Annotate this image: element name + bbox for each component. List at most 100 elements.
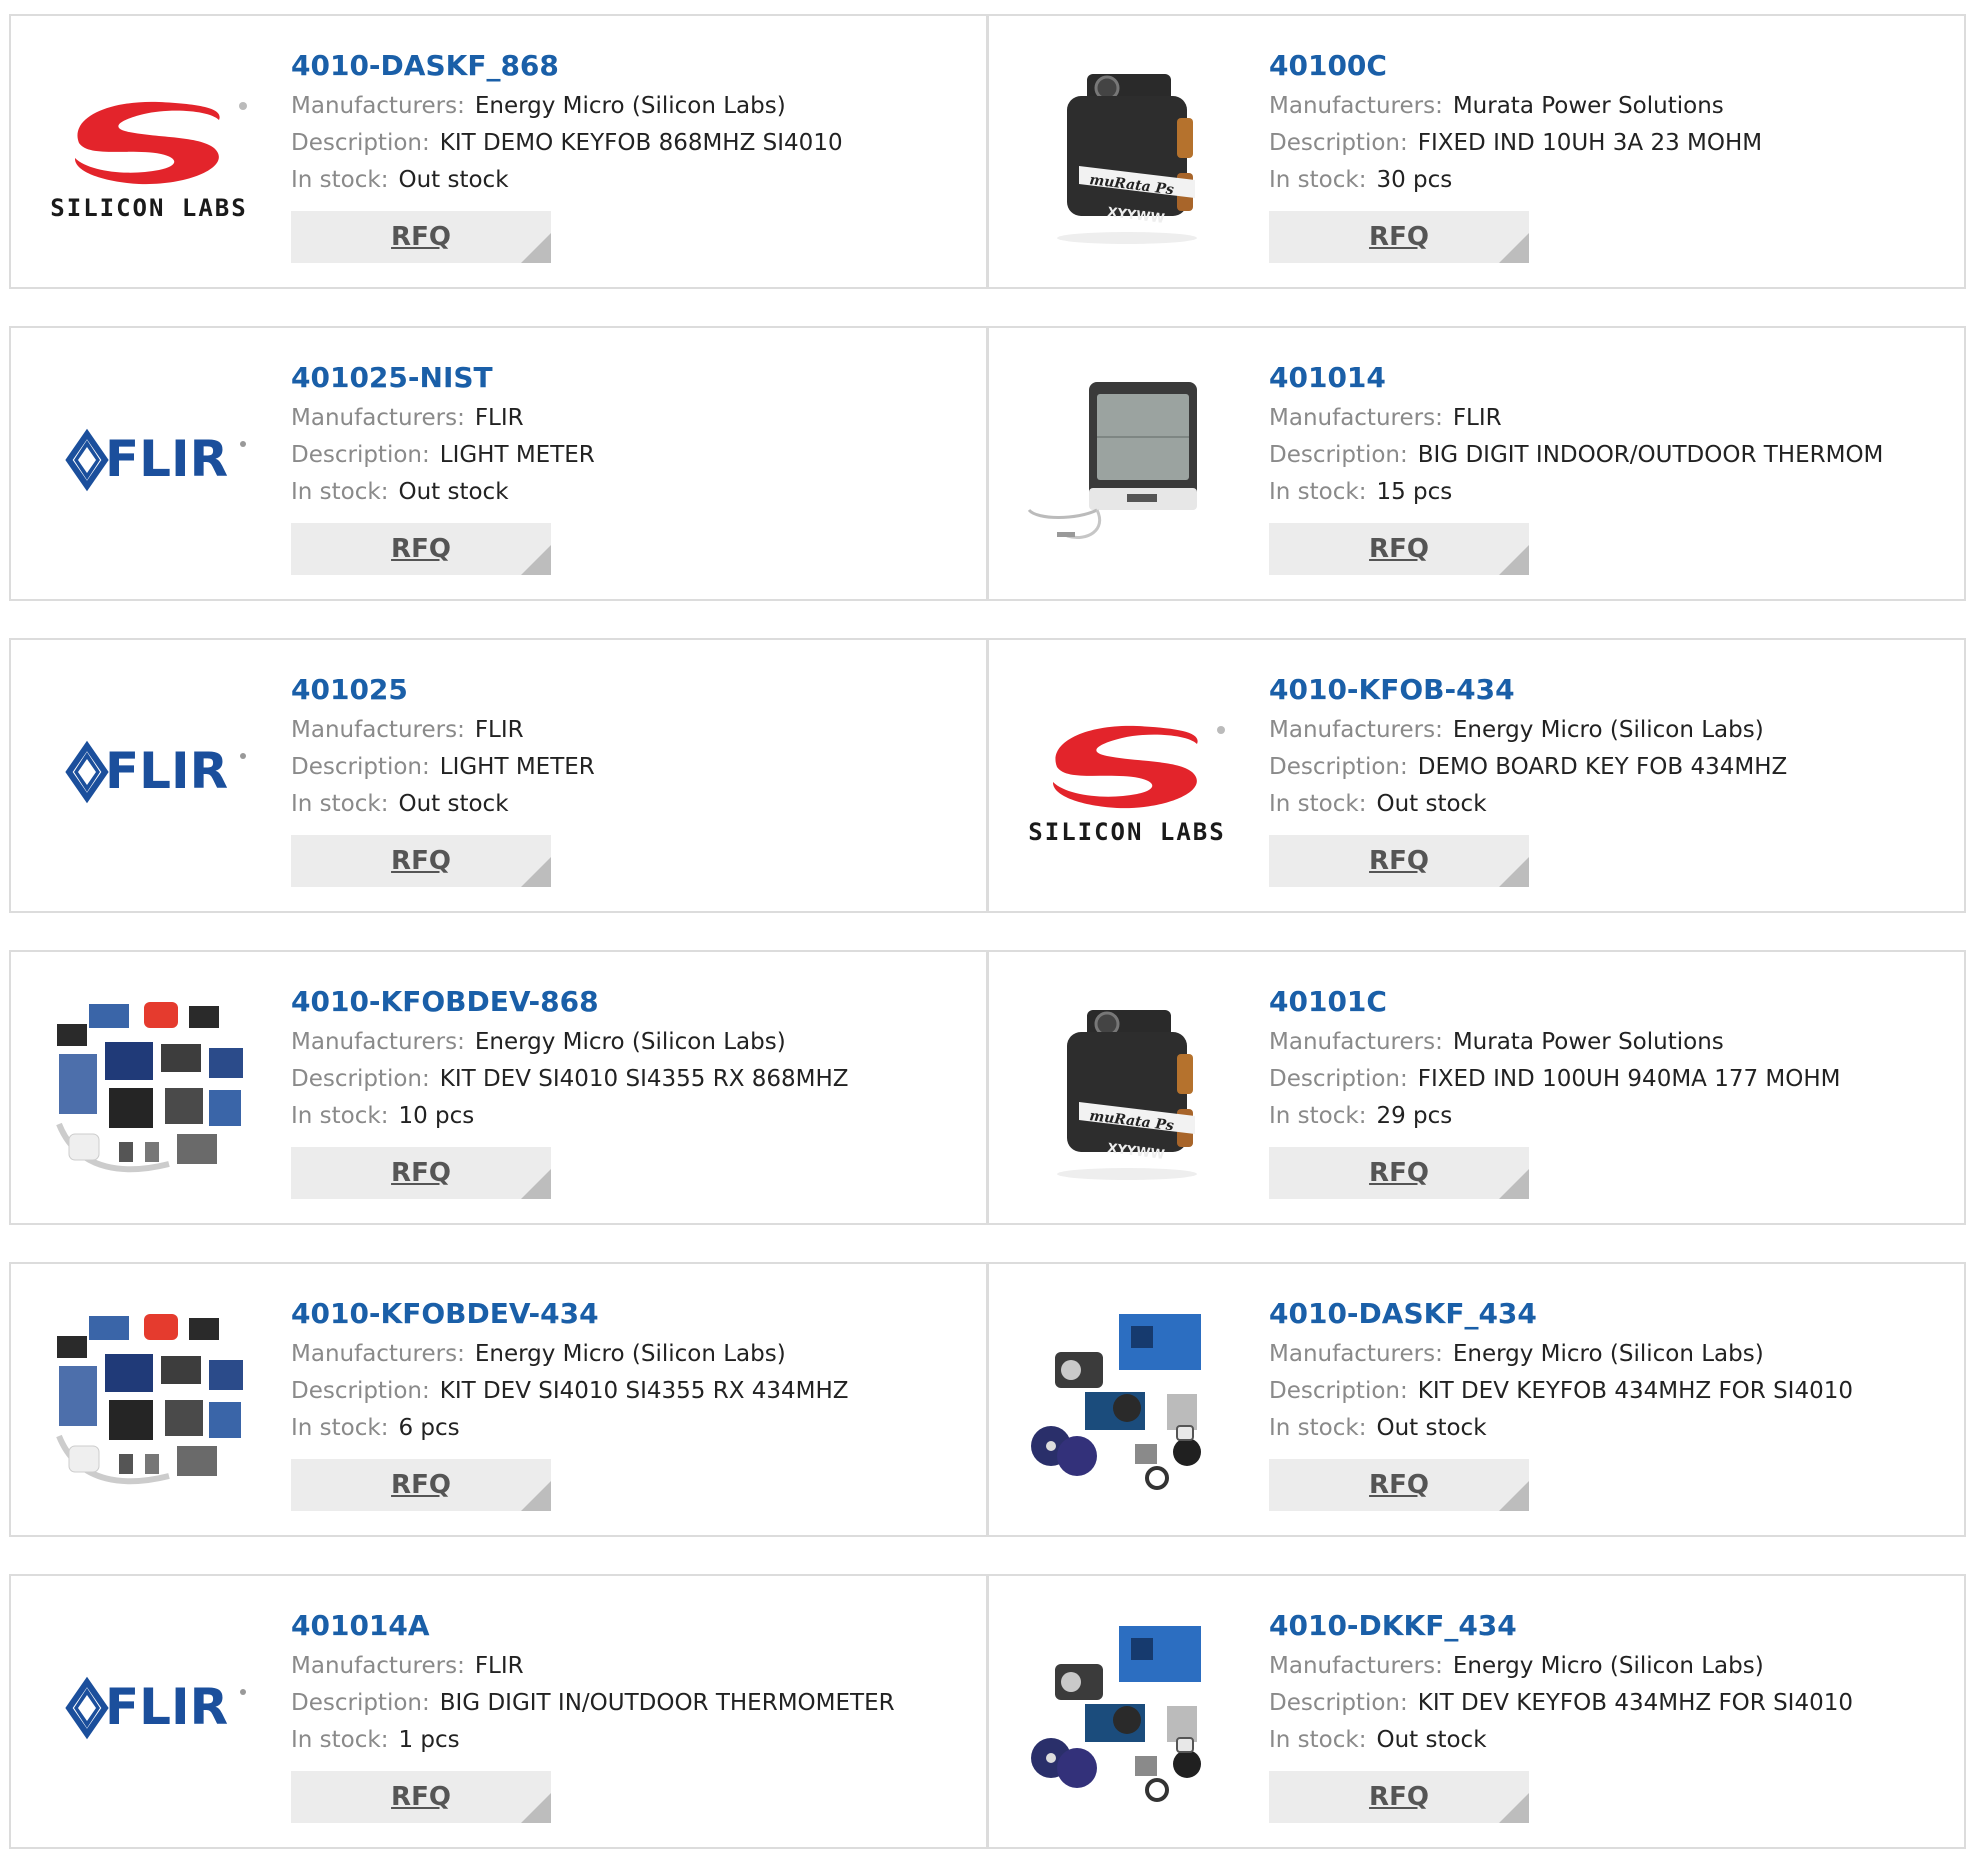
rfq-button[interactable]: RFQ <box>291 1147 551 1199</box>
manufacturer-value: FLIR <box>474 1653 524 1679</box>
rfq-label: RFQ <box>391 846 451 876</box>
corner-triangle-icon <box>1499 233 1529 263</box>
rfq-button[interactable]: RFQ <box>291 523 551 575</box>
description-row: Description: DEMO BOARD KEY FOB 434MHZ <box>1269 749 1952 786</box>
manufacturer-label: Manufacturers: <box>291 1029 465 1055</box>
manufacturer-row: Manufacturers: Energy Micro (Silicon Labs… <box>1269 1648 1952 1685</box>
stock-value: 1 pcs <box>398 1727 460 1753</box>
manufacturer-row: Manufacturers: Energy Micro (Silicon Labs… <box>291 88 974 125</box>
product-card: FLIR 401014A Manufacturers: FLIR Descript… <box>9 1574 988 1849</box>
rfq-button[interactable]: RFQ <box>291 835 551 887</box>
silicon-labs-logo[interactable]: SILICON LABS <box>1027 672 1227 872</box>
rfq-label: RFQ <box>391 1782 451 1812</box>
rfq-button[interactable]: RFQ <box>1269 523 1529 575</box>
stock-value: Out stock <box>1376 1415 1487 1441</box>
rfq-label: RFQ <box>391 534 451 564</box>
manufacturer-value: FLIR <box>1452 405 1502 431</box>
product-info: 4010-DASKF_868 Manufacturers: Energy Micr… <box>291 44 974 263</box>
manufacturer-row: Manufacturers: Energy Micro (Silicon Labs… <box>1269 712 1952 749</box>
flir-logo[interactable]: FLIR <box>49 360 249 560</box>
manufacturer-label: Manufacturers: <box>1269 1653 1443 1679</box>
manufacturer-row: Manufacturers: Energy Micro (Silicon Labs… <box>291 1024 974 1061</box>
logo-text: FLIR <box>105 742 228 800</box>
part-number-link[interactable]: 401014 <box>1269 356 1952 400</box>
rfq-button[interactable]: RFQ <box>1269 1771 1529 1823</box>
dev-kit-photo[interactable] <box>49 1296 249 1496</box>
manufacturer-value: Energy Micro (Silicon Labs) <box>474 1341 786 1367</box>
manufacturer-label: Manufacturers: <box>291 1341 465 1367</box>
description-row: Description: KIT DEV SI4010 SI4355 RX 868… <box>291 1061 974 1098</box>
manufacturer-row: Manufacturers: FLIR <box>1269 400 1952 437</box>
flir-logo[interactable]: FLIR <box>49 672 249 872</box>
part-number-link[interactable]: 4010-DKKF_434 <box>1269 1604 1952 1648</box>
stock-row: In stock: 6 pcs <box>291 1410 974 1447</box>
stock-label: In stock: <box>291 479 389 505</box>
manufacturer-label: Manufacturers: <box>1269 717 1443 743</box>
corner-triangle-icon <box>1499 545 1529 575</box>
rfq-button[interactable]: RFQ <box>291 1771 551 1823</box>
rfq-button[interactable]: RFQ <box>1269 211 1529 263</box>
manufacturer-label: Manufacturers: <box>291 405 465 431</box>
description-value: LIGHT METER <box>439 442 595 468</box>
manufacturer-row: Manufacturers: FLIR <box>291 400 974 437</box>
murata-inductor-photo[interactable]: muRata Ps XYYWW <box>1027 48 1227 248</box>
part-number-link[interactable]: 4010-DASKF_868 <box>291 44 974 88</box>
product-card: FLIR 401025-NIST Manufacturers: FLIR Desc… <box>9 326 988 601</box>
dev-kit-photo[interactable] <box>49 984 249 1184</box>
product-card: FLIR 401025 Manufacturers: FLIR Descripti… <box>9 638 988 913</box>
product-card: SILICON LABS 4010-DASKF_868 Manufacturer… <box>9 14 988 289</box>
description-label: Description: <box>291 1066 430 1092</box>
rfq-button[interactable]: RFQ <box>291 211 551 263</box>
description-label: Description: <box>1269 1378 1408 1404</box>
corner-triangle-icon <box>521 1169 551 1199</box>
part-number-link[interactable]: 40101C <box>1269 980 1952 1024</box>
manufacturer-value: Energy Micro (Silicon Labs) <box>474 1029 786 1055</box>
product-info: 4010-KFOBDEV-434 Manufacturers: Energy Mi… <box>291 1292 974 1511</box>
manufacturer-value: Energy Micro (Silicon Labs) <box>1452 1341 1764 1367</box>
description-value: BIG DIGIT IN/OUTDOOR THERMOMETER <box>439 1690 895 1716</box>
part-number-link[interactable]: 401025-NIST <box>291 356 974 400</box>
part-number-link[interactable]: 4010-DASKF_434 <box>1269 1292 1952 1336</box>
rfq-label: RFQ <box>1369 1158 1429 1188</box>
part-number-link[interactable]: 401025 <box>291 668 974 712</box>
part-number-link[interactable]: 4010-KFOBDEV-434 <box>291 1292 974 1336</box>
part-number-link[interactable]: 4010-KFOB-434 <box>1269 668 1952 712</box>
manufacturer-value: Murata Power Solutions <box>1452 93 1724 119</box>
product-info: 4010-DASKF_434 Manufacturers: Energy Micr… <box>1269 1292 1952 1511</box>
rfq-button[interactable]: RFQ <box>291 1459 551 1511</box>
manufacturer-row: Manufacturers: FLIR <box>291 1648 974 1685</box>
logo-text: SILICON LABS <box>50 194 247 222</box>
keyfob-kit-photo[interactable] <box>1027 1296 1227 1496</box>
stock-value: Out stock <box>398 791 509 817</box>
murata-inductor-photo[interactable]: muRata Ps XYYWW <box>1027 984 1227 1184</box>
rfq-label: RFQ <box>1369 534 1429 564</box>
logo-text: FLIR <box>105 430 228 488</box>
stock-row: In stock: 15 pcs <box>1269 474 1952 511</box>
stock-row: In stock: 30 pcs <box>1269 162 1952 199</box>
part-number-link[interactable]: 4010-KFOBDEV-868 <box>291 980 974 1024</box>
rfq-button[interactable]: RFQ <box>1269 1459 1529 1511</box>
rfq-button[interactable]: RFQ <box>1269 835 1529 887</box>
description-row: Description: LIGHT METER <box>291 437 974 474</box>
product-info: 40100C Manufacturers: Murata Power Soluti… <box>1269 44 1952 263</box>
description-value: FIXED IND 10UH 3A 23 MOHM <box>1417 130 1763 156</box>
rfq-button[interactable]: RFQ <box>1269 1147 1529 1199</box>
part-number-link[interactable]: 40100C <box>1269 44 1952 88</box>
manufacturer-label: Manufacturers: <box>291 1653 465 1679</box>
rfq-label: RFQ <box>1369 1782 1429 1812</box>
description-value: KIT DEV SI4010 SI4355 RX 434MHZ <box>439 1378 849 1404</box>
stock-value: Out stock <box>1376 1727 1487 1753</box>
part-number-link[interactable]: 401014A <box>291 1604 974 1648</box>
flir-logo[interactable]: FLIR <box>49 1608 249 1808</box>
keyfob-kit-photo[interactable] <box>1027 1608 1227 1808</box>
manufacturer-row: Manufacturers: Murata Power Solutions <box>1269 1024 1952 1061</box>
product-card: 4010-DASKF_434 Manufacturers: Energy Micr… <box>987 1262 1966 1537</box>
product-info: 401014 Manufacturers: FLIR Description: BI… <box>1269 356 1952 575</box>
thermometer-photo[interactable] <box>1027 360 1227 560</box>
product-card: SILICON LABS 4010-KFOB-434 Manufacturers… <box>987 638 1966 913</box>
corner-triangle-icon <box>521 857 551 887</box>
silicon-labs-logo[interactable]: SILICON LABS <box>49 48 249 248</box>
manufacturer-value: Energy Micro (Silicon Labs) <box>1452 717 1764 743</box>
stock-label: In stock: <box>1269 479 1367 505</box>
stock-row: In stock: Out stock <box>291 162 974 199</box>
